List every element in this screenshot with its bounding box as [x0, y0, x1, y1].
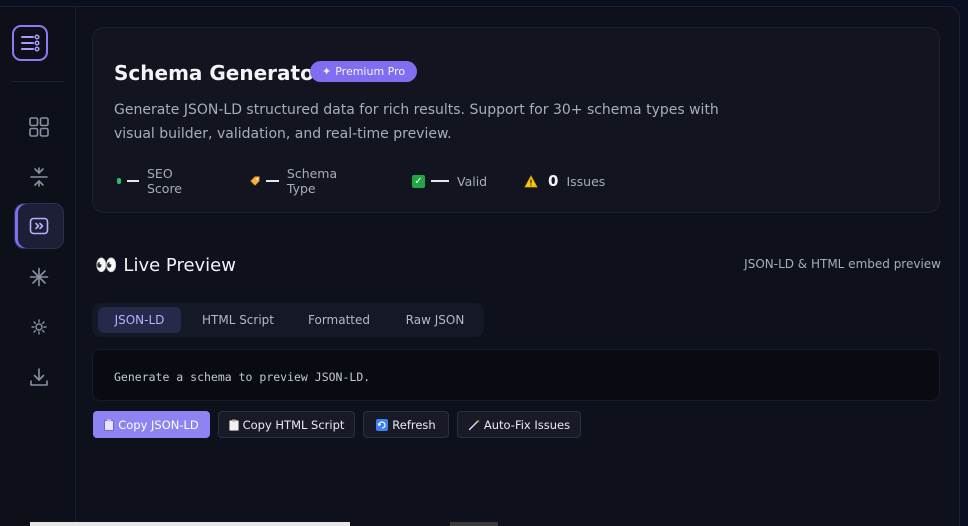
empty-value-dash — [431, 180, 449, 182]
empty-value-dash — [127, 180, 139, 182]
button-label: Copy JSON-LD — [118, 417, 199, 432]
refresh-icon — [376, 418, 389, 431]
app-window: Schema Generator ✦ Premium Pro Generate … — [0, 6, 960, 526]
clipboard-icon — [228, 419, 239, 431]
preview-tabs: JSON-LD HTML Script Formatted Raw JSON — [92, 303, 484, 337]
button-label: Copy HTML Script — [242, 417, 345, 432]
page-description: Generate JSON-LD structured data for ric… — [114, 102, 719, 142]
grid-icon — [29, 117, 49, 137]
tab-raw-json[interactable]: Raw JSON — [392, 307, 478, 333]
taskbar-strip — [30, 522, 350, 526]
compress-icon — [30, 167, 48, 187]
metric-seo-score: SEO Score — [117, 166, 190, 196]
refresh-button[interactable]: Refresh — [363, 411, 449, 438]
metric-label: SEO Score — [146, 166, 182, 196]
nav-settings[interactable] — [14, 304, 64, 350]
nav-dashboard[interactable] — [14, 104, 64, 150]
app-logo[interactable] — [12, 25, 48, 61]
sparkle-icon — [29, 267, 49, 287]
metric-label: Issues — [566, 173, 606, 189]
nav-sparkle[interactable] — [14, 254, 64, 300]
sidebar — [0, 7, 76, 526]
sparkle-icon: ✦ — [322, 65, 332, 78]
sun-icon — [31, 319, 47, 335]
section-subtitle: JSON-LD & HTML embed preview — [744, 257, 941, 271]
preview-section-heading: 👀 Live Preview — [95, 255, 236, 276]
section-title: Live Preview — [123, 255, 236, 276]
issues-count: 0 — [548, 172, 559, 190]
sidebar-divider — [12, 81, 64, 82]
eyes-icon: 👀 — [95, 255, 118, 276]
premium-badge: ✦ Premium Pro — [310, 61, 418, 82]
hero-card: Schema Generator ✦ Premium Pro Generate … — [92, 27, 940, 213]
taskbar-strip — [450, 522, 498, 526]
nav-code[interactable] — [14, 203, 64, 249]
button-label: Auto-Fix Issues — [483, 417, 571, 432]
badge-label: Premium Pro — [335, 65, 406, 78]
metric-schema-type: Schema Type — [250, 166, 346, 196]
copy-jsonld-button[interactable]: Copy JSON-LD — [93, 411, 210, 438]
empty-value-dash — [266, 180, 279, 182]
magic-wand-icon — [468, 419, 480, 430]
tab-html-script[interactable]: HTML Script — [190, 307, 286, 333]
status-dot-icon — [117, 178, 121, 184]
metric-label: Valid — [457, 173, 488, 189]
download-icon — [30, 368, 48, 386]
nav-download[interactable] — [14, 354, 64, 400]
auto-fix-button[interactable]: Auto-Fix Issues — [457, 411, 581, 438]
nav-compress[interactable] — [14, 154, 64, 200]
menu-list-icon — [21, 34, 40, 52]
code-icon — [29, 217, 49, 235]
metric-valid: ✓ Valid — [412, 173, 487, 189]
preview-output[interactable]: Generate a schema to preview JSON-LD. — [92, 349, 940, 401]
metric-label: Schema Type — [286, 166, 338, 196]
clipboard-icon — [104, 419, 115, 431]
page-title: Schema Generator — [114, 61, 324, 85]
tab-json-ld[interactable]: JSON-LD — [98, 307, 181, 333]
metric-issues: 0 Issues — [524, 172, 606, 190]
tab-formatted[interactable]: Formatted — [295, 307, 383, 333]
button-label: Refresh — [392, 417, 436, 432]
warning-icon — [524, 174, 538, 187]
checkmark-icon: ✓ — [412, 174, 425, 188]
tag-icon — [250, 176, 260, 186]
copy-html-button[interactable]: Copy HTML Script — [218, 411, 355, 438]
